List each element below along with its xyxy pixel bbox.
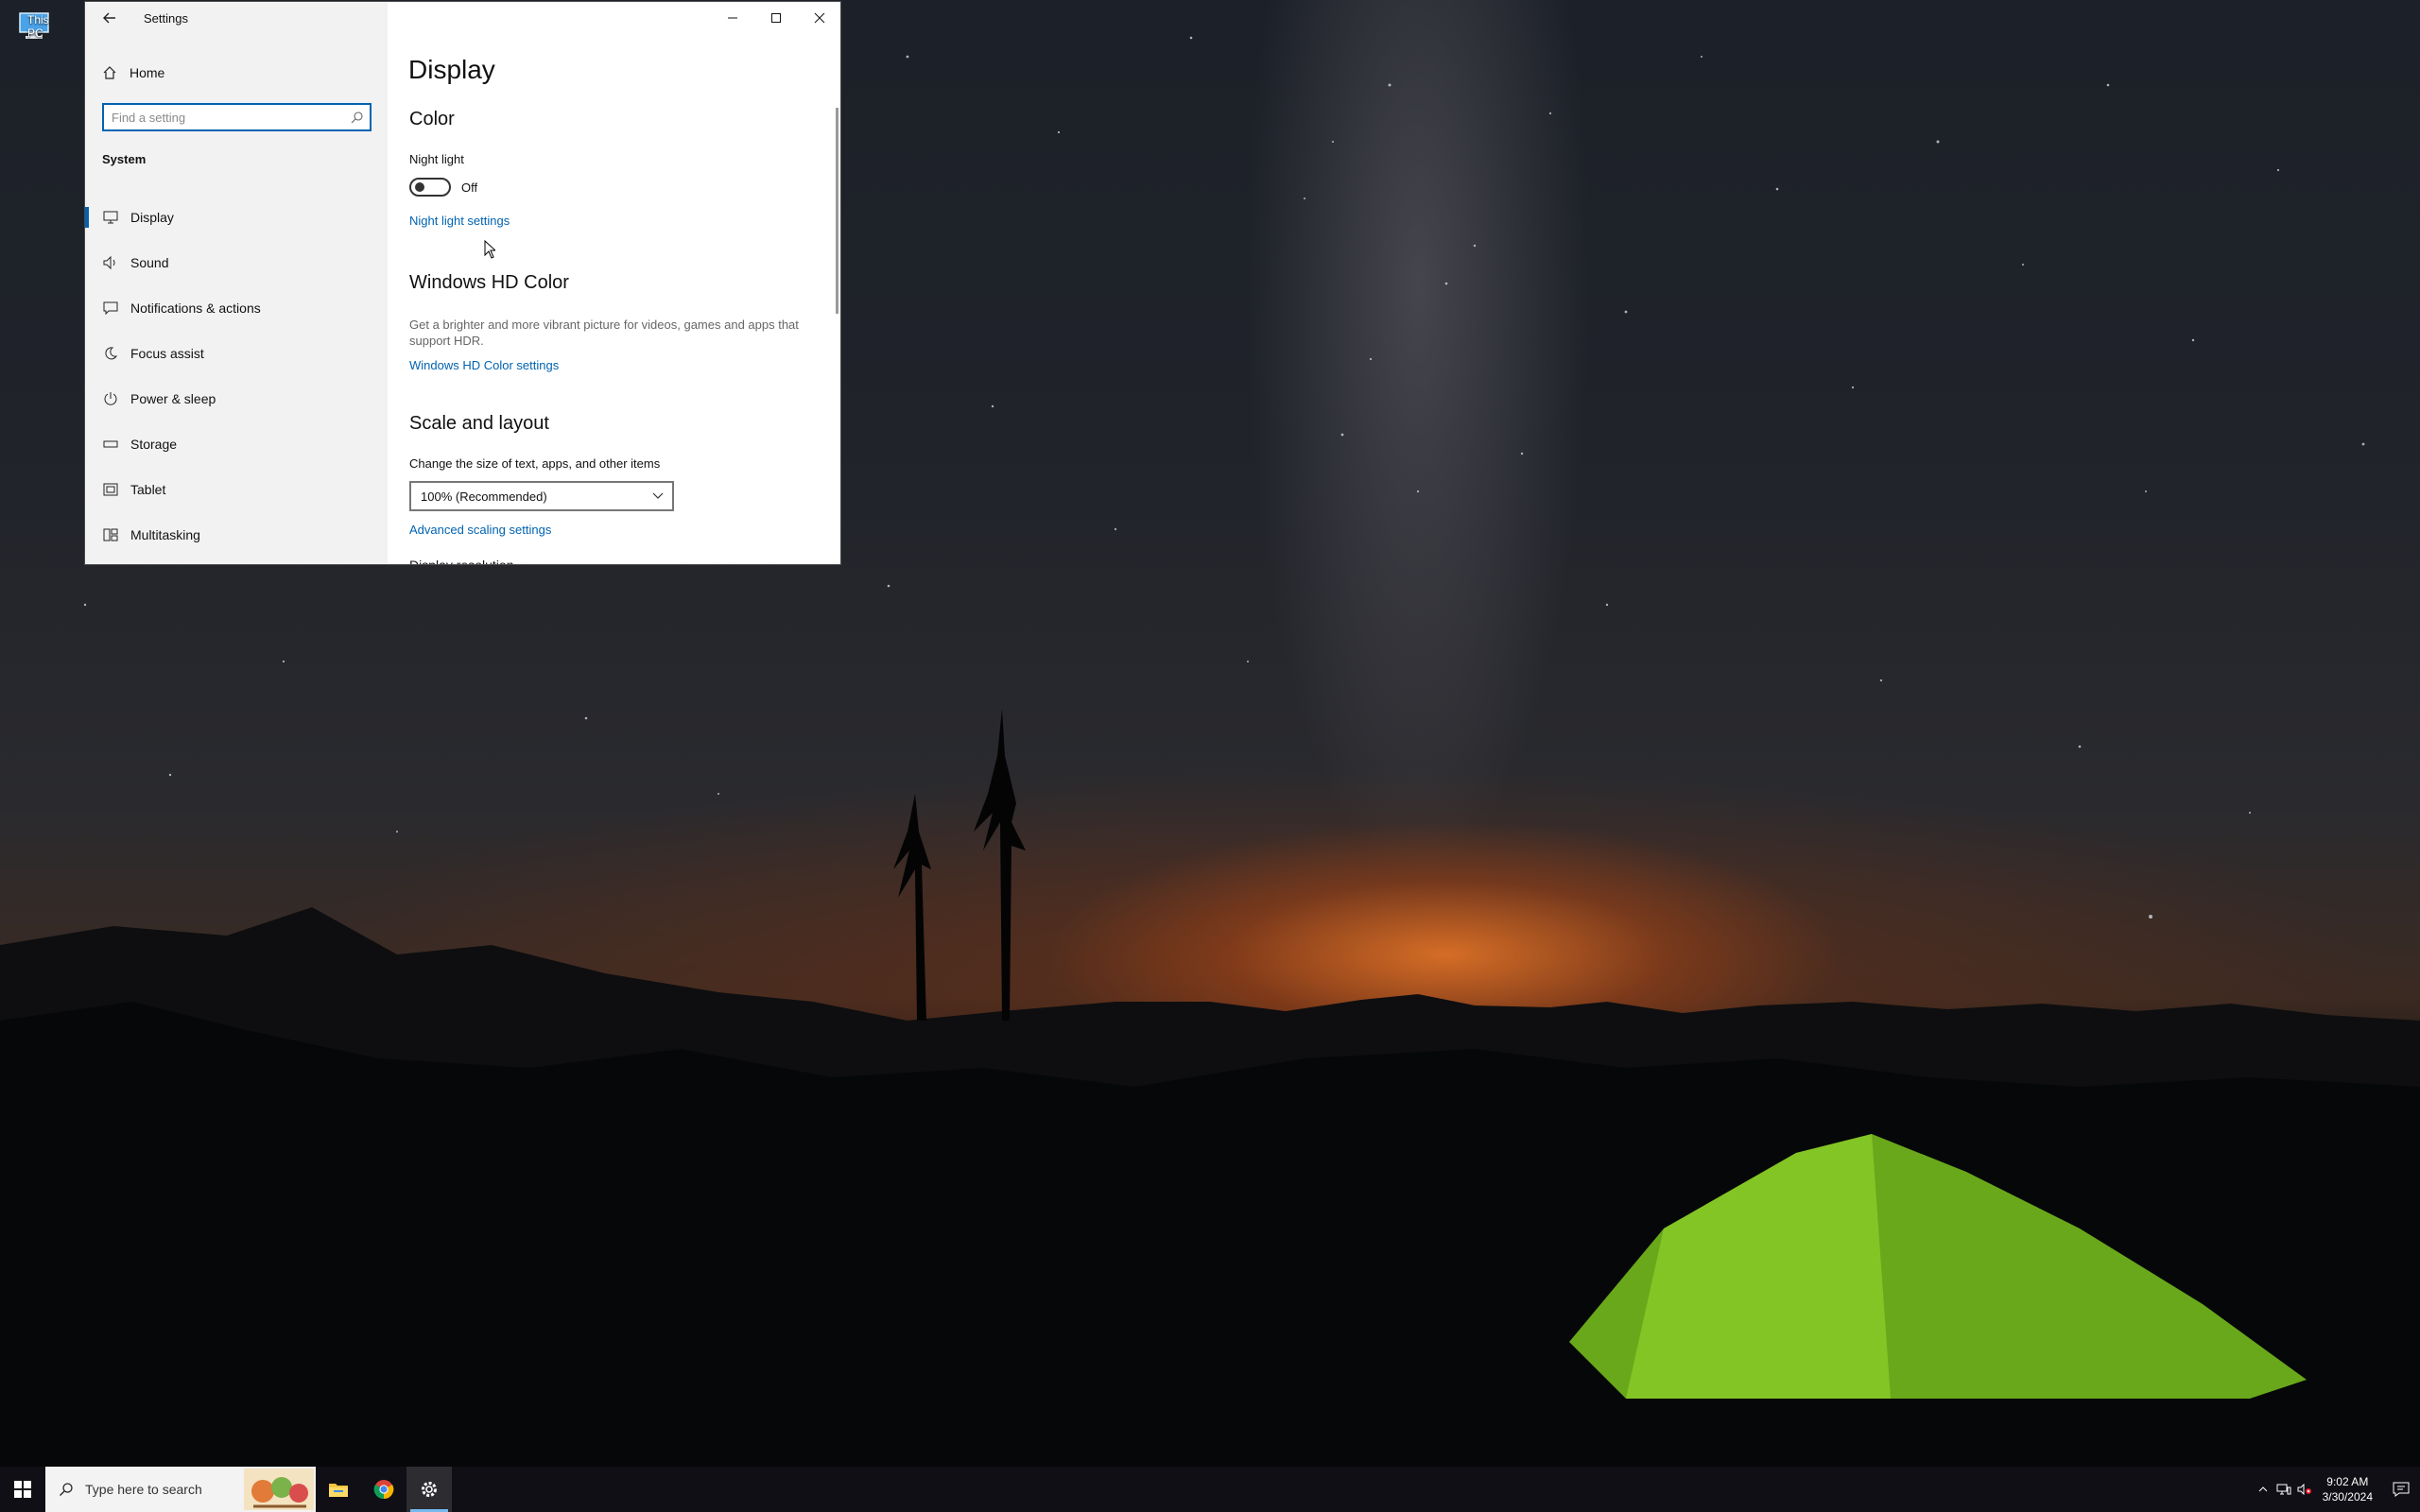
sidebar-item-label: Notifications & actions [130,301,261,316]
scale-selected-value: 100% (Recommended) [421,489,547,504]
chrome-icon [373,1480,394,1500]
section-label-system: System [102,152,147,166]
display-icon [102,209,119,226]
sidebar-item-power-sleep[interactable]: Power & sleep [85,376,388,421]
sidebar-item-sound[interactable]: Sound [85,240,388,285]
chevron-down-icon [652,492,664,499]
display-resolution-heading: Display resolution [409,558,514,565]
storage-icon [102,436,119,453]
taskbar-chrome[interactable] [361,1467,406,1512]
taskbar-search-placeholder: Type here to search [85,1482,202,1497]
color-heading: Color [409,109,455,129]
taskbar-search-box[interactable]: Type here to search [45,1467,316,1512]
notifications-icon [102,300,119,317]
focus-assist-icon [102,345,119,362]
sidebar-item-notifications[interactable]: Notifications & actions [85,285,388,331]
volume-button[interactable] [2294,1467,2315,1512]
display-settings-page: Display Color Night light Off Night ligh… [388,2,840,565]
taskbar-settings[interactable] [406,1467,452,1512]
scale-label: Change the size of text, apps, and other… [409,456,661,471]
network-button[interactable] [2273,1467,2294,1512]
chevron-up-icon [2258,1486,2267,1492]
night-light-settings-link[interactable]: Night light settings [409,214,510,228]
sidebar-item-label: Focus assist [130,346,204,361]
start-button[interactable] [0,1467,45,1512]
back-arrow-icon [103,12,115,24]
page-title: Display [408,55,495,84]
sidebar-item-multitasking[interactable]: Multitasking [85,512,388,558]
hd-color-heading: Windows HD Color [409,272,569,293]
sidebar-nav: Display Sound Notifications & actions Fo… [85,195,388,558]
night-light-state: Off [461,180,478,195]
sidebar-item-focus-assist[interactable]: Focus assist [85,331,388,376]
desktop-icon-label: This PC [27,13,49,40]
sidebar-home[interactable]: Home [102,62,164,83]
home-icon [103,66,116,79]
taskbar-clock[interactable]: 9:02 AM 3/30/2024 [2323,1474,2373,1504]
sound-icon [102,254,119,271]
sidebar-item-label: Sound [130,255,169,270]
sidebar-item-storage[interactable]: Storage [85,421,388,467]
search-icon [60,1483,73,1496]
home-label: Home [130,65,165,80]
advanced-scaling-link[interactable]: Advanced scaling settings [409,523,551,537]
file-explorer-icon [329,1484,348,1497]
window-title: Settings [144,11,188,26]
power-icon [102,390,119,407]
action-center-button[interactable] [2382,1467,2420,1512]
sidebar-item-label: Multitasking [130,527,200,542]
night-light-label: Night light [409,152,464,166]
show-hidden-icons-button[interactable] [2253,1467,2273,1512]
windows-logo-icon [14,1481,31,1498]
hd-color-settings-link[interactable]: Windows HD Color settings [409,358,559,372]
settings-window: Settings Home System Display [84,1,841,565]
search-highlight-illustration-icon [244,1469,314,1510]
sidebar-item-tablet[interactable]: Tablet [85,467,388,512]
scale-dropdown[interactable]: 100% (Recommended) [409,481,674,511]
sidebar-item-label: Storage [130,437,178,452]
taskbar: Type here to search 9:02 AM 3/30/2024 [0,1467,2420,1512]
system-tray: 9:02 AM 3/30/2024 [2253,1467,2420,1512]
notifications-icon [2393,1482,2410,1497]
clock-date: 3/30/2024 [2322,1490,2373,1503]
network-icon [2276,1484,2291,1495]
toggle-knob [415,182,424,192]
tablet-icon [102,481,119,498]
desktop-icon-this-pc[interactable]: This PC [6,8,62,74]
content-scrollbar[interactable] [836,108,838,314]
search-icon [351,112,363,124]
sidebar-item-display[interactable]: Display [85,195,388,240]
sidebar-item-label: Display [130,210,174,225]
sidebar-item-label: Tablet [130,482,166,497]
volume-muted-icon [2297,1484,2311,1495]
search-input[interactable] [104,105,340,129]
night-light-toggle[interactable] [409,178,451,197]
settings-icon [422,1482,437,1497]
multitasking-icon [102,526,119,543]
back-button[interactable] [98,8,121,28]
mouse-cursor-icon [484,240,495,259]
hd-color-description: Get a brighter and more vibrant picture … [409,318,799,348]
scale-layout-heading: Scale and layout [409,413,549,434]
taskbar-file-explorer[interactable] [316,1467,361,1512]
sidebar-item-label: Power & sleep [130,391,216,406]
clock-time: 9:02 AM [2326,1475,2369,1488]
find-setting-search[interactable] [102,103,372,131]
